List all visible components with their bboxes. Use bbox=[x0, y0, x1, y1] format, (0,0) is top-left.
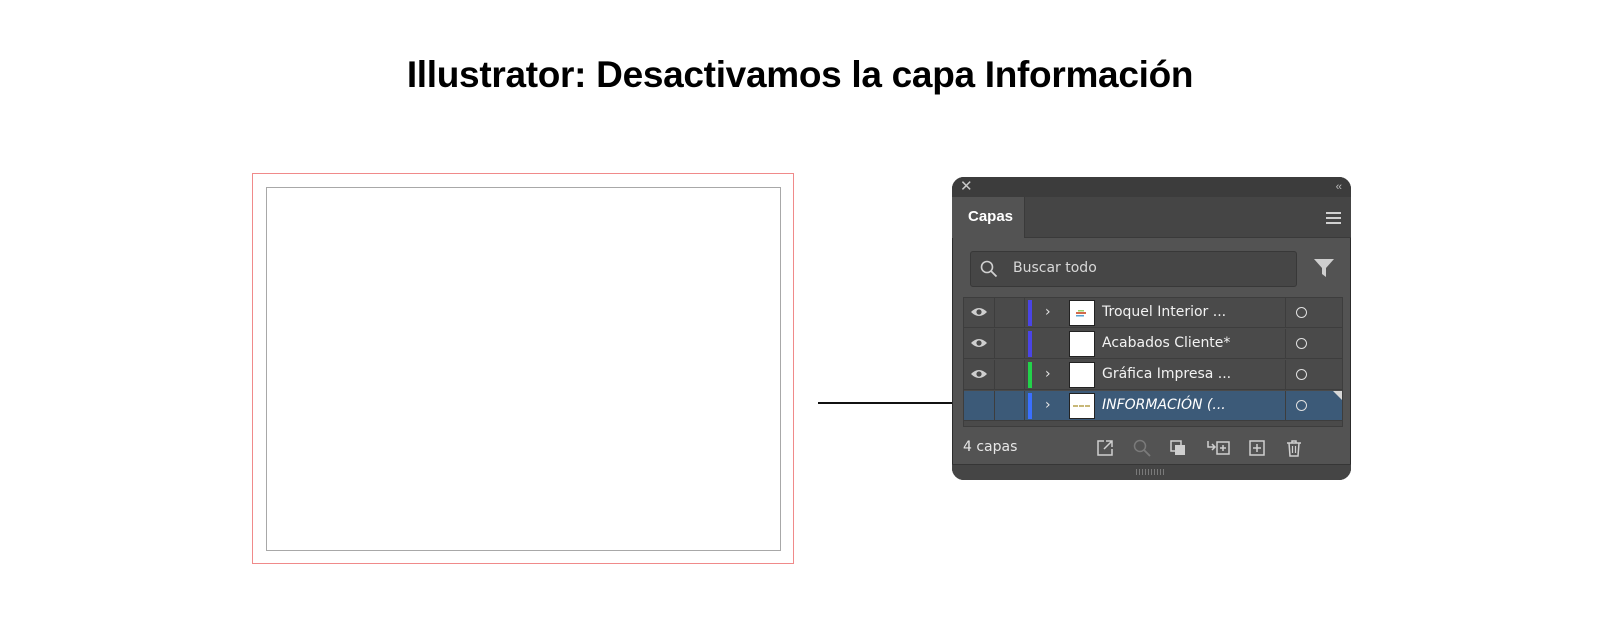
layer-color-bar bbox=[1028, 331, 1032, 357]
visibility-toggle[interactable] bbox=[964, 360, 995, 390]
new-layer-icon[interactable] bbox=[1247, 438, 1267, 458]
target-circle-icon bbox=[1296, 369, 1307, 380]
filter-icon[interactable] bbox=[1313, 257, 1335, 279]
clipping-mask-icon[interactable] bbox=[1168, 438, 1188, 458]
layer-name[interactable]: Gráfica Impresa ... bbox=[1102, 366, 1231, 382]
layer-name[interactable]: Acabados Cliente* bbox=[1102, 335, 1230, 351]
layers-panel: ✕ ‹‹ Capas Buscar todo › Troquel Interio… bbox=[952, 177, 1351, 480]
visibility-toggle[interactable] bbox=[964, 329, 995, 359]
close-icon[interactable]: ✕ bbox=[960, 178, 973, 196]
chevron-right-icon[interactable]: › bbox=[1045, 397, 1051, 413]
layer-row[interactable]: Acabados Cliente* bbox=[964, 329, 1342, 359]
layer-name[interactable]: INFORMACIÓN (... bbox=[1102, 397, 1226, 413]
eye-icon bbox=[971, 339, 987, 347]
panel-tabbar: Capas bbox=[952, 197, 1351, 238]
chevron-right-icon[interactable]: › bbox=[1045, 304, 1051, 320]
target-toggle[interactable] bbox=[1285, 360, 1342, 390]
resize-grip[interactable] bbox=[952, 464, 1351, 480]
visibility-toggle[interactable] bbox=[964, 391, 995, 421]
layer-thumbnail bbox=[1069, 300, 1095, 326]
visibility-toggle[interactable] bbox=[964, 298, 995, 328]
search-input[interactable]: Buscar todo bbox=[970, 251, 1297, 287]
collapse-icon[interactable]: ‹‹ bbox=[1336, 178, 1342, 196]
layer-row[interactable]: › Gráfica Impresa ... bbox=[964, 360, 1342, 390]
layers-list: › Troquel Interior ... Acabados Cliente* bbox=[963, 297, 1343, 427]
layer-color-bar bbox=[1028, 393, 1032, 419]
tab-label: Capas bbox=[968, 208, 1014, 225]
artboard-bleed bbox=[252, 173, 794, 564]
lock-toggle[interactable] bbox=[994, 329, 1025, 359]
panel-menu-icon[interactable] bbox=[1326, 212, 1341, 227]
layer-row-selected[interactable]: › INFORMACIÓN (... bbox=[964, 391, 1342, 421]
layer-row[interactable]: › Troquel Interior ... bbox=[964, 298, 1342, 328]
page-title: Illustrator: Desactivamos la capa Inform… bbox=[406, 54, 1194, 95]
target-circle-icon bbox=[1296, 307, 1307, 318]
target-toggle[interactable] bbox=[1285, 329, 1342, 359]
locate-icon[interactable] bbox=[1132, 438, 1152, 458]
target-toggle[interactable] bbox=[1285, 298, 1342, 328]
layer-color-bar bbox=[1028, 300, 1032, 326]
target-circle-icon bbox=[1296, 400, 1307, 411]
lock-toggle[interactable] bbox=[994, 391, 1025, 421]
eye-icon bbox=[971, 308, 987, 316]
lock-toggle[interactable] bbox=[994, 298, 1025, 328]
layer-name[interactable]: Troquel Interior ... bbox=[1102, 304, 1226, 320]
panel-titlebar: ✕ ‹‹ bbox=[952, 177, 1351, 197]
chevron-right-icon[interactable]: › bbox=[1045, 366, 1051, 382]
layer-thumbnail bbox=[1069, 393, 1095, 419]
layer-thumbnail bbox=[1069, 362, 1095, 388]
new-sublayer-icon[interactable] bbox=[1206, 438, 1232, 458]
delete-icon[interactable] bbox=[1284, 438, 1304, 458]
artboard bbox=[266, 187, 781, 551]
tab-capas[interactable]: Capas bbox=[952, 197, 1025, 238]
selection-indicator-icon bbox=[1333, 391, 1342, 400]
layer-thumbnail bbox=[1069, 331, 1095, 357]
target-circle-icon bbox=[1296, 338, 1307, 349]
layer-count: 4 capas bbox=[963, 439, 1018, 455]
target-toggle[interactable] bbox=[1285, 391, 1342, 421]
export-icon[interactable] bbox=[1095, 438, 1115, 458]
layer-color-bar bbox=[1028, 362, 1032, 388]
lock-toggle[interactable] bbox=[994, 360, 1025, 390]
search-placeholder: Buscar todo bbox=[1013, 260, 1097, 276]
search-icon bbox=[980, 260, 998, 278]
eye-icon bbox=[971, 370, 987, 378]
